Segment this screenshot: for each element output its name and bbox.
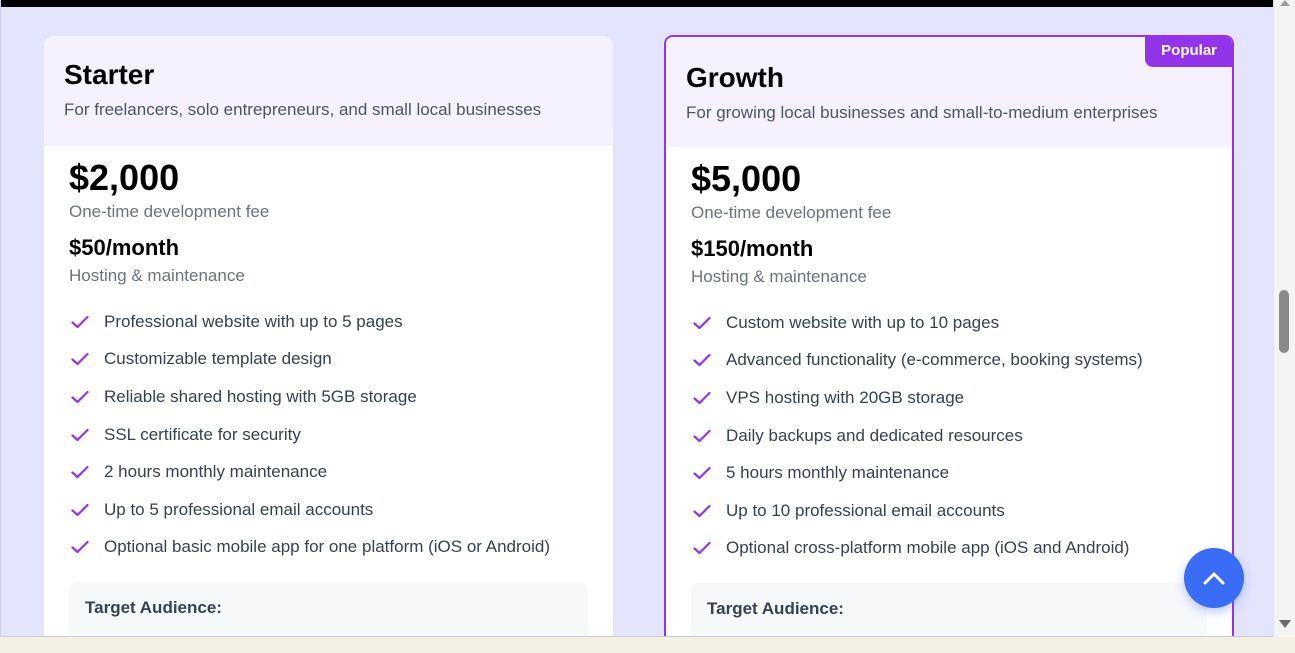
plan-price-note: One-time development fee	[691, 203, 892, 222]
feature-list: Custom website with up to 10 pages Advan…	[691, 304, 1207, 567]
feature-text: 2 hours monthly maintenance	[104, 462, 328, 482]
plan-description: For growing local businesses and small-t…	[686, 103, 1158, 122]
pricing-card-starter: Starter For freelancers, solo entreprene…	[44, 36, 613, 636]
page-viewport: Starter For freelancers, solo entreprene…	[0, 0, 1273, 637]
feature-list: Professional website with up to 5 pages …	[69, 303, 588, 566]
feature-text: Reliable shared hosting with 5GB storage	[104, 386, 417, 406]
plan-monthly-note: Hosting & maintenance	[69, 266, 245, 285]
popular-badge: Popular	[1145, 37, 1232, 67]
feature-item: Optional cross-platform mobile app (iOS …	[691, 530, 1207, 568]
scroll-down-arrow-icon[interactable]	[1279, 620, 1291, 628]
feature-item: Advanced functionality (e-commerce, book…	[691, 342, 1207, 380]
check-icon	[69, 311, 91, 333]
card-header: Starter For freelancers, solo entreprene…	[44, 36, 613, 146]
check-icon	[69, 348, 91, 370]
check-icon	[691, 312, 713, 334]
plan-monthly-price: $50/month	[69, 235, 180, 260]
feature-item: VPS hosting with 20GB storage	[691, 379, 1207, 417]
feature-text: Up to 5 professional email accounts	[104, 499, 374, 519]
check-icon	[69, 536, 91, 558]
check-icon	[691, 349, 713, 371]
feature-item: 5 hours monthly maintenance	[691, 454, 1207, 492]
plan-title: Starter	[64, 59, 155, 90]
feature-text: Professional website with up to 5 pages	[104, 311, 403, 331]
check-icon	[69, 386, 91, 408]
top-bar	[1, 0, 1273, 7]
check-icon	[691, 462, 713, 484]
feature-item: Up to 5 professional email accounts	[69, 491, 588, 529]
plan-price: $2,000	[69, 157, 180, 198]
card-body: $2,000 One-time development fee $50/mont…	[44, 146, 613, 636]
feature-item: Customizable template design	[69, 341, 588, 379]
plan-price-note: One-time development fee	[69, 202, 270, 221]
check-icon	[691, 500, 713, 522]
feature-item: Optional basic mobile app for one platfo…	[69, 529, 588, 567]
feature-item: Up to 10 professional email accounts	[691, 492, 1207, 530]
feature-text: Up to 10 professional email accounts	[726, 500, 1005, 520]
feature-item: Reliable shared hosting with 5GB storage	[69, 378, 588, 416]
check-icon	[69, 424, 91, 446]
feature-text: SSL certificate for security	[104, 424, 301, 444]
plan-description: For freelancers, solo entrepreneurs, and…	[64, 100, 542, 119]
feature-text: VPS hosting with 20GB storage	[726, 387, 965, 407]
feature-item: Professional website with up to 5 pages	[69, 303, 588, 341]
scroll-to-top-button[interactable]	[1184, 548, 1244, 608]
plan-monthly-note: Hosting & maintenance	[691, 267, 867, 286]
target-audience-box: Target Audience:	[691, 583, 1207, 636]
feature-text: Custom website with up to 10 pages	[726, 312, 1000, 332]
feature-text: Optional basic mobile app for one platfo…	[104, 537, 551, 557]
feature-text: Daily backups and dedicated resources	[726, 425, 1023, 445]
vertical-scrollbar[interactable]	[1273, 0, 1295, 637]
feature-text: Optional cross-platform mobile app (iOS …	[726, 538, 1130, 558]
check-icon	[691, 387, 713, 409]
feature-text: 5 hours monthly maintenance	[726, 463, 950, 483]
scrollbar-thumb[interactable]	[1279, 290, 1289, 353]
feature-item: Daily backups and dedicated resources	[691, 417, 1207, 455]
check-icon	[69, 461, 91, 483]
feature-text: Advanced functionality (e-commerce, book…	[726, 350, 1143, 370]
chevron-up-icon	[1203, 572, 1225, 585]
plan-price: $5,000	[691, 158, 802, 199]
target-audience-box: Target Audience:	[69, 582, 588, 636]
plan-title: Growth	[686, 62, 784, 93]
status-bar	[0, 638, 1295, 653]
feature-item: Custom website with up to 10 pages	[691, 304, 1207, 342]
pricing-card-growth: Popular Growth For growing local busines…	[664, 35, 1234, 636]
feature-text: Customizable template design	[104, 349, 332, 369]
check-icon	[691, 537, 713, 559]
card-body: $5,000 One-time development fee $150/mon…	[666, 147, 1232, 636]
plan-monthly-price: $150/month	[691, 236, 814, 261]
scroll-up-arrow-icon[interactable]	[1280, 0, 1290, 6]
feature-item: SSL certificate for security	[69, 416, 588, 454]
check-icon	[691, 425, 713, 447]
target-audience-title: Target Audience:	[707, 599, 844, 619]
target-audience-title: Target Audience:	[85, 598, 222, 618]
feature-item: 2 hours monthly maintenance	[69, 453, 588, 491]
check-icon	[69, 499, 91, 521]
